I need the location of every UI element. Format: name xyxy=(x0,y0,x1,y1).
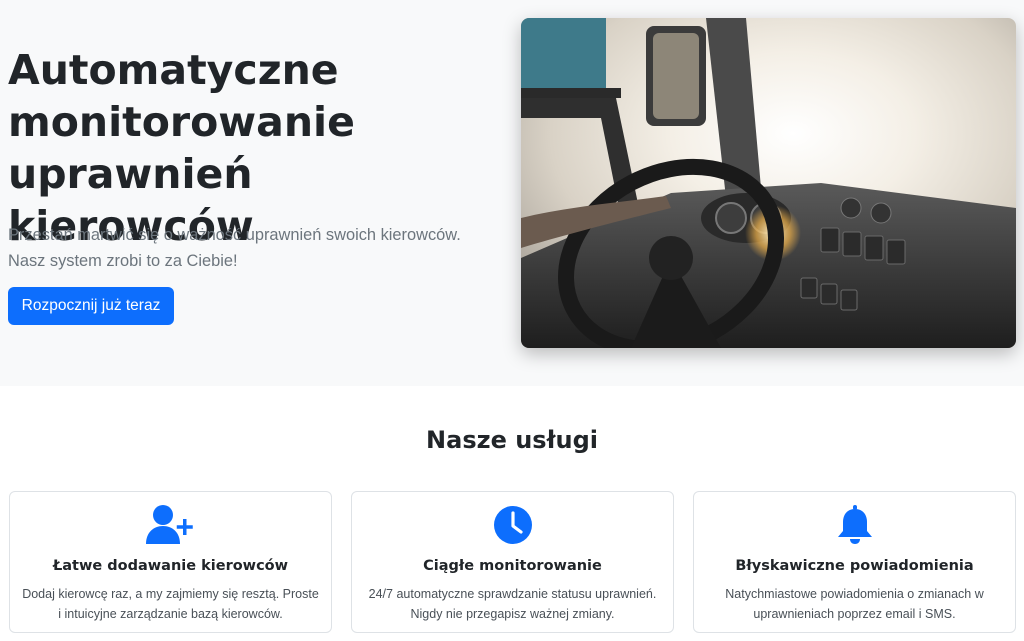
service-title: Łatwe dodawanie kierowców xyxy=(52,558,289,574)
service-card-notifications: Błyskawiczne powiadomienia Natychmiastow… xyxy=(693,491,1016,633)
hero-title: Automatyczne monitorowanie uprawnień kie… xyxy=(8,46,355,250)
user-plus-icon xyxy=(10,504,331,548)
service-card-add-drivers: Łatwe dodawanie kierowców Dodaj kierowcę… xyxy=(9,491,332,633)
service-title: Błyskawiczne powiadomienia xyxy=(735,558,974,574)
clock-icon xyxy=(352,504,673,548)
hero-section: Automatyczne monitorowanie uprawnień kie… xyxy=(0,0,1024,386)
service-card-monitoring: Ciągłe monitorowanie 24/7 automatyczne s… xyxy=(351,491,674,633)
truck-cab-photo xyxy=(521,18,1016,348)
hero-lead: Przestań martwić się o ważność uprawnień… xyxy=(8,226,461,270)
start-now-button[interactable]: Rozpocznij już teraz xyxy=(8,287,174,325)
service-description: Dodaj kierowcę raz, a my zajmiemy się re… xyxy=(22,587,319,621)
service-title: Ciągłe monitorowanie xyxy=(423,558,602,574)
services-title: Nasze usługi xyxy=(426,426,598,454)
service-description: 24/7 automatyczne sprawdzanie statusu up… xyxy=(368,587,657,621)
service-description: Natychmiastowe powiadomienia o zmianach … xyxy=(725,587,984,621)
bell-icon xyxy=(694,504,1015,548)
